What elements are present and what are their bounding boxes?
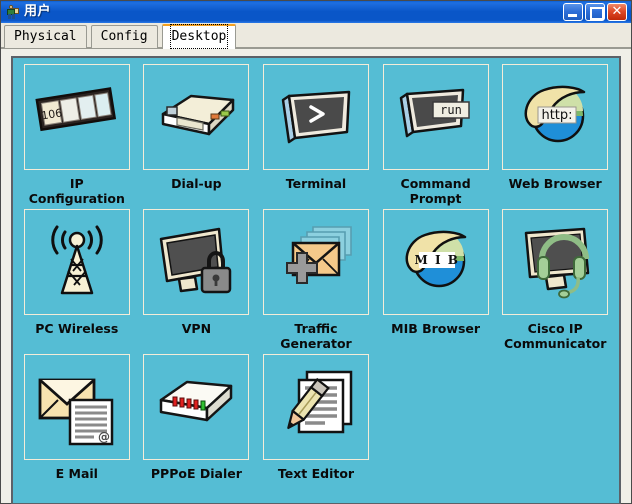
mib-browser-globe-icon: M I B: [382, 209, 489, 315]
close-button[interactable]: [607, 3, 627, 21]
web-browser-globe-icon: http:: [502, 64, 609, 170]
desktop-icon-cisco-ip-communicator[interactable]: Cisco IP Communicator: [495, 209, 615, 354]
traffic-generator-envelopes-icon: [262, 209, 369, 315]
tab-physical[interactable]: Physical: [4, 25, 87, 48]
window-controls: [563, 3, 629, 21]
desktop-icon-label: PPPoE Dialer: [150, 466, 242, 481]
maximize-button[interactable]: [585, 3, 605, 21]
desktop-icon-label: MIB Browser: [391, 321, 481, 336]
desktop-icon-label: PC Wireless: [35, 321, 119, 336]
terminal-icon: [262, 64, 369, 170]
desktop-icon-command-prompt[interactable]: run Command Prompt: [376, 64, 496, 209]
command-prompt-badge: run: [440, 103, 462, 117]
desktop-icon-label: VPN: [181, 321, 212, 336]
user-person-icon: [4, 4, 20, 20]
desktop-icon-label: E Mail: [55, 466, 98, 481]
window-title: 用户: [24, 4, 52, 19]
dial-up-modem-icon: [143, 64, 250, 170]
tab-config-label: Config: [100, 29, 148, 44]
desktop-icon-label: Cisco IP Communicator: [503, 321, 607, 351]
cisco-ip-communicator-icon: [502, 209, 609, 315]
pppoe-dialer-icon: [143, 354, 250, 460]
desktop-icon-label: Traffic Generator: [280, 321, 352, 351]
desktop-icon-e-mail[interactable]: @ E Mail: [17, 354, 137, 499]
text-editor-pencil-icon: [262, 354, 369, 460]
application-window: 用户 Physical Config Desktop: [0, 0, 632, 504]
email-envelope-icon: @: [23, 354, 130, 460]
desktop-icon-terminal[interactable]: Terminal: [256, 64, 376, 209]
command-prompt-icon: run: [382, 64, 489, 170]
desktop-icon-ip-configuration[interactable]: 106 IP Configuration: [17, 64, 137, 209]
desktop-panel: 106 IP Configuration Dial-up Terminal ru…: [11, 56, 621, 504]
tab-desktop-label: Desktop: [169, 24, 229, 49]
desktop-icon-grid: 106 IP Configuration Dial-up Terminal ru…: [17, 64, 615, 499]
email-badge: @: [98, 430, 110, 444]
desktop-icon-text-editor[interactable]: Text Editor: [256, 354, 376, 499]
vpn-monitor-lock-icon: [143, 209, 250, 315]
desktop-icon-pc-wireless[interactable]: PC Wireless: [17, 209, 137, 354]
mib-browser-badge: M I B: [414, 253, 459, 267]
desktop-icon-mib-browser[interactable]: M I B MIB Browser: [376, 209, 496, 354]
tab-physical-label: Physical: [14, 29, 77, 44]
ip-configuration-icon: 106: [23, 64, 130, 170]
tab-bar: Physical Config Desktop: [1, 23, 631, 49]
desktop-icon-vpn[interactable]: VPN: [137, 209, 257, 354]
desktop-icon-pppoe-dialer[interactable]: PPPoE Dialer: [137, 354, 257, 499]
wireless-tower-icon: [23, 209, 130, 315]
desktop-icon-dial-up[interactable]: Dial-up: [137, 64, 257, 209]
desktop-icon-traffic-generator[interactable]: Traffic Generator: [256, 209, 376, 354]
desktop-icon-label: Dial-up: [171, 176, 222, 191]
tab-config[interactable]: Config: [90, 25, 158, 48]
tab-desktop[interactable]: Desktop: [161, 24, 237, 49]
desktop-icon-label: Web Browser: [508, 176, 602, 191]
desktop-icon-label: Command Prompt: [400, 176, 471, 206]
web-browser-badge: http:: [542, 108, 573, 123]
minimize-button[interactable]: [563, 3, 583, 21]
desktop-icon-label: Terminal: [285, 176, 347, 191]
desktop-icon-web-browser[interactable]: http: Web Browser: [495, 64, 615, 209]
desktop-icon-label: Text Editor: [277, 466, 355, 481]
title-bar: 用户: [1, 1, 631, 23]
desktop-icon-label: IP Configuration: [28, 176, 125, 206]
